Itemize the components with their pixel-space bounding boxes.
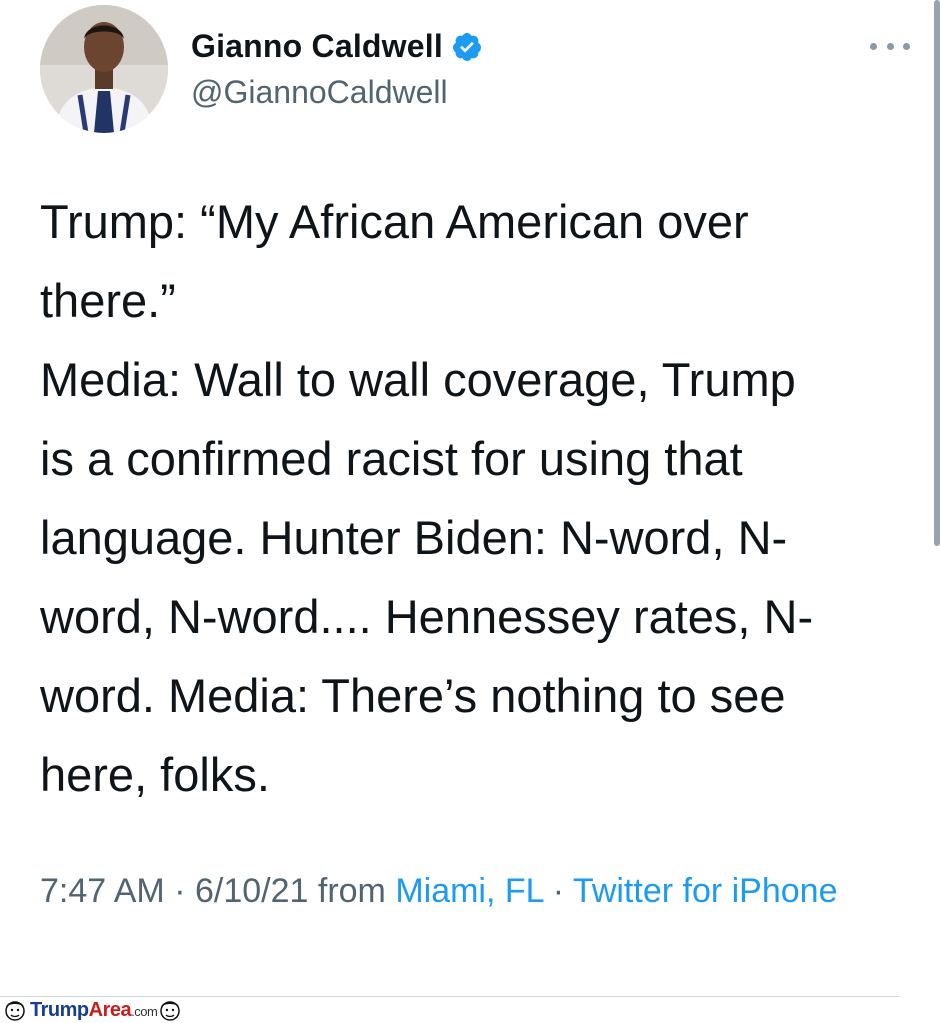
tweet-text-line: here, folks. bbox=[40, 748, 270, 801]
author-handle[interactable]: @GiannoCaldwell bbox=[191, 74, 448, 111]
author-display-name[interactable]: Gianno Caldwell bbox=[191, 28, 443, 65]
avatar-image bbox=[40, 5, 168, 133]
tweet-time[interactable]: 7:47 AM bbox=[40, 872, 165, 910]
tweet-source-link[interactable]: Twitter for iPhone bbox=[573, 872, 838, 910]
caricature-icon bbox=[160, 1001, 181, 1021]
tweet-text-line: Trump: “My African American over bbox=[40, 195, 749, 248]
from-label: from bbox=[308, 872, 396, 910]
tweet-text-line: language. Hunter Biden: N-word, N- bbox=[40, 511, 788, 564]
tweet-text-line: is a confirmed racist for using that bbox=[40, 432, 743, 485]
verified-badge-icon bbox=[452, 32, 481, 61]
tweet-text: Trump: “My African American over there.”… bbox=[40, 182, 900, 814]
tweet-meta: 7:47 AM · 6/10/21 from Miami, FL · Twitt… bbox=[40, 864, 900, 918]
watermark-part2: Area bbox=[88, 998, 132, 1021]
author-name-row: Gianno Caldwell bbox=[191, 28, 483, 65]
watermark-logo: TrumpArea.com bbox=[2, 997, 183, 1023]
avatar[interactable] bbox=[40, 5, 168, 133]
tweet-text-line: there.” bbox=[40, 274, 176, 327]
more-horizontal-icon[interactable] bbox=[870, 34, 910, 58]
watermark-part1: Trump bbox=[30, 998, 89, 1021]
more-dot bbox=[886, 42, 894, 50]
watermark-part3: .com bbox=[131, 1003, 158, 1019]
watermark-text: TrumpArea.com bbox=[30, 998, 158, 1022]
more-dot bbox=[870, 42, 877, 50]
meta-separator: · bbox=[164, 872, 195, 910]
more-dot bbox=[903, 42, 910, 50]
tweet-text-line: Media: Wall to wall coverage, Trump bbox=[40, 353, 796, 406]
tweet-location-link[interactable]: Miami, FL bbox=[395, 872, 543, 910]
caricature-icon bbox=[5, 1001, 25, 1021]
meta-separator: · bbox=[543, 872, 573, 910]
tweet-text-line: word. Media: There’s nothing to see bbox=[40, 669, 786, 722]
tweet-text-line: word, N-word.... Hennessey rates, N- bbox=[40, 590, 814, 643]
tweet-date[interactable]: 6/10/21 bbox=[195, 872, 308, 910]
scrollbar[interactable] bbox=[934, 0, 940, 546]
